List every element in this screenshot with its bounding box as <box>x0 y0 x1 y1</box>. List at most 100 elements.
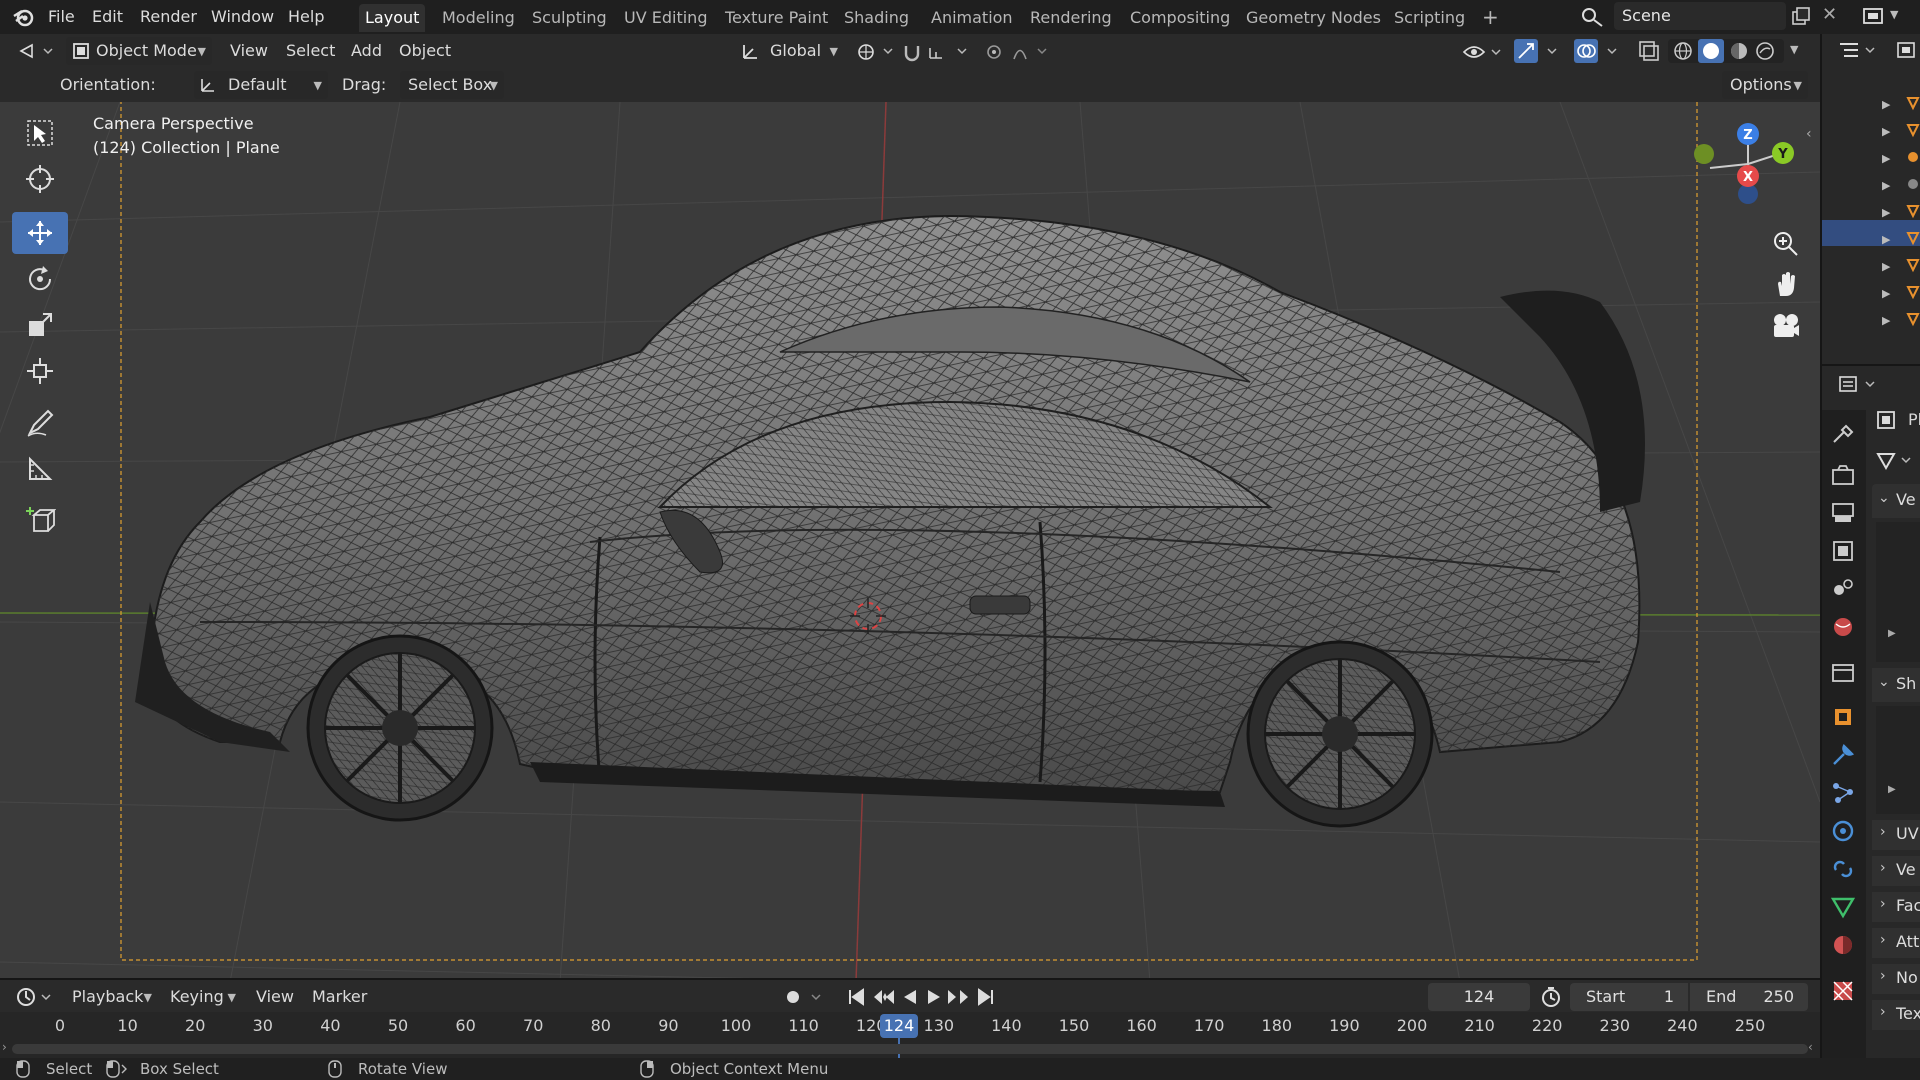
menu-add[interactable]: Add <box>351 37 382 65</box>
tab-layout[interactable]: Layout <box>359 4 426 32</box>
editor-type-icon[interactable] <box>18 41 54 63</box>
proportional-editing-icon[interactable] <box>984 42 1054 62</box>
annotate-tool-button[interactable] <box>12 402 68 444</box>
play-icon[interactable] <box>924 987 944 1007</box>
wireframe-shading-icon[interactable] <box>1672 40 1694 62</box>
panel-vertex-groups[interactable]: ⌄ Ve <box>1872 484 1920 518</box>
tab-rendering[interactable]: Rendering <box>1024 4 1118 32</box>
gizmo-toggle-icon[interactable] <box>1514 39 1564 63</box>
timeline-scroll-left-icon[interactable]: › <box>2 1040 7 1054</box>
panel-attributes[interactable]: › Att <box>1872 928 1920 958</box>
outliner-expand-icon[interactable]: ▶ <box>1882 179 1890 192</box>
menu-object[interactable]: Object <box>399 37 451 65</box>
scale-tool-button[interactable] <box>12 304 68 346</box>
close-scene-icon[interactable]: ✕ <box>1822 4 1837 25</box>
view-layer-chevron-icon[interactable]: ▼ <box>1890 8 1898 21</box>
rotate-tool-button[interactable] <box>12 258 68 300</box>
jump-end-icon[interactable] <box>976 987 996 1007</box>
preview-range-clock-icon[interactable] <box>1540 986 1562 1008</box>
scene-icon[interactable] <box>1580 6 1610 28</box>
keying-menu[interactable]: Keying ▼ <box>170 983 242 1011</box>
camera-view-icon[interactable] <box>1770 312 1800 340</box>
panel-texture-space[interactable]: › Tex <box>1872 1000 1920 1030</box>
timeline-view-menu[interactable]: View <box>256 983 294 1011</box>
physics-tab-icon[interactable] <box>1830 818 1856 844</box>
add-cube-tool-button[interactable] <box>12 498 68 540</box>
outliner-editor-type-icon[interactable] <box>1838 40 1878 62</box>
xray-toggle-icon[interactable] <box>1638 40 1660 62</box>
end-frame-field[interactable]: End 250 <box>1690 983 1808 1011</box>
menu-view[interactable]: View <box>230 37 268 65</box>
mode-selector[interactable]: Object Mode ▼ <box>66 37 212 65</box>
tab-sculpting[interactable]: Sculpting <box>526 4 613 32</box>
modifier-tab-icon[interactable] <box>1830 742 1856 768</box>
cursor-tool-button[interactable] <box>12 158 68 200</box>
outliner-expand-icon[interactable]: ▶ <box>1882 125 1890 138</box>
navigation-gizmo[interactable]: Z Y X <box>1680 118 1810 210</box>
properties-editor-type-icon[interactable] <box>1838 374 1878 396</box>
tab-geometry-nodes[interactable]: Geometry Nodes <box>1240 4 1387 32</box>
zoom-icon[interactable] <box>1772 230 1800 258</box>
marker-menu[interactable]: Marker <box>312 983 367 1011</box>
menu-help[interactable]: Help <box>288 0 324 34</box>
render-tab-icon[interactable] <box>1830 462 1856 488</box>
measure-tool-button[interactable] <box>12 448 68 490</box>
panel-shape-keys[interactable]: ⌄ Sh <box>1872 668 1920 702</box>
collapse-sidebar-icon[interactable]: ‹ <box>1806 126 1812 142</box>
outliner-expand-icon[interactable]: ▶ <box>1882 98 1890 111</box>
select-tool-button[interactable] <box>12 112 68 154</box>
outliner-expand-icon[interactable]: ▶ <box>1882 260 1890 273</box>
blender-logo-icon[interactable] <box>12 6 36 28</box>
menu-edit[interactable]: Edit <box>92 0 123 34</box>
drag-dropdown[interactable]: Select Box ▼ <box>400 71 504 99</box>
overlays-toggle-icon[interactable] <box>1574 39 1624 63</box>
tab-shading[interactable]: Shading <box>838 4 915 32</box>
view-layer-icon[interactable] <box>1862 6 1888 28</box>
particles-tab-icon[interactable] <box>1830 780 1856 806</box>
snap-icon[interactable] <box>902 42 974 62</box>
panel-face-maps[interactable]: › Fac <box>1872 892 1920 922</box>
transform-orientation-dropdown[interactable]: Global ▼ <box>738 37 844 65</box>
menu-file[interactable]: File <box>48 0 75 34</box>
next-keyframe-icon[interactable] <box>946 987 972 1007</box>
material-preview-icon[interactable] <box>1728 40 1750 62</box>
rendered-shading-icon[interactable] <box>1754 40 1776 62</box>
constraints-tab-icon[interactable] <box>1830 856 1856 882</box>
current-frame-field[interactable]: 124 <box>1428 983 1530 1011</box>
prev-keyframe-icon[interactable] <box>870 987 896 1007</box>
outliner-expand-icon[interactable]: ▶ <box>1882 206 1890 219</box>
options-dropdown[interactable]: Options ▼ <box>1722 71 1808 99</box>
outliner-expand-icon[interactable]: ▶ <box>1882 287 1890 300</box>
data-tab-icon[interactable] <box>1830 894 1856 920</box>
timeline-editor-type-icon[interactable] <box>16 986 56 1008</box>
tab-uv-editing[interactable]: UV Editing <box>618 4 713 32</box>
panel-normals[interactable]: › No <box>1872 964 1920 994</box>
shading-options-chevron-icon[interactable]: ▼ <box>1790 43 1798 56</box>
transform-tool-button[interactable] <box>12 350 68 392</box>
tab-texture-paint[interactable]: Texture Paint <box>719 4 834 32</box>
timeline-scroll-right-icon[interactable]: ‹ <box>1808 1040 1813 1054</box>
texture-tab-icon[interactable] <box>1830 978 1856 1004</box>
add-workspace-icon[interactable]: + <box>1476 4 1505 32</box>
orientation-setting-dropdown[interactable]: Default ▼ <box>194 71 328 99</box>
object-tab-icon[interactable] <box>1830 704 1856 730</box>
output-tab-icon[interactable] <box>1830 500 1856 526</box>
outliner-expand-icon[interactable]: ▶ <box>1882 152 1890 165</box>
material-tab-icon[interactable] <box>1830 932 1856 958</box>
tab-compositing[interactable]: Compositing <box>1124 4 1236 32</box>
3d-viewport[interactable]: Camera Perspective (124) Collection | Pl… <box>0 102 1820 982</box>
menu-select[interactable]: Select <box>286 37 335 65</box>
menu-render[interactable]: Render <box>140 0 197 34</box>
scene-name-field[interactable]: Scene <box>1614 2 1786 30</box>
visibility-icon[interactable] <box>1462 41 1506 63</box>
menu-window[interactable]: Window <box>211 0 274 34</box>
playback-menu[interactable]: Playback ▼ <box>72 983 158 1011</box>
duplicate-scene-icon[interactable] <box>1790 6 1812 28</box>
auto-keying-icon[interactable] <box>782 986 828 1008</box>
move-tool-button[interactable] <box>12 212 68 254</box>
panel-vertex-colors[interactable]: › Ve <box>1872 856 1920 886</box>
pivot-point-icon[interactable] <box>856 42 896 62</box>
play-reverse-icon[interactable] <box>900 987 920 1007</box>
list-expand-icon[interactable]: ▶ <box>1888 628 1896 639</box>
list-expand-icon[interactable]: ▶ <box>1888 784 1896 795</box>
